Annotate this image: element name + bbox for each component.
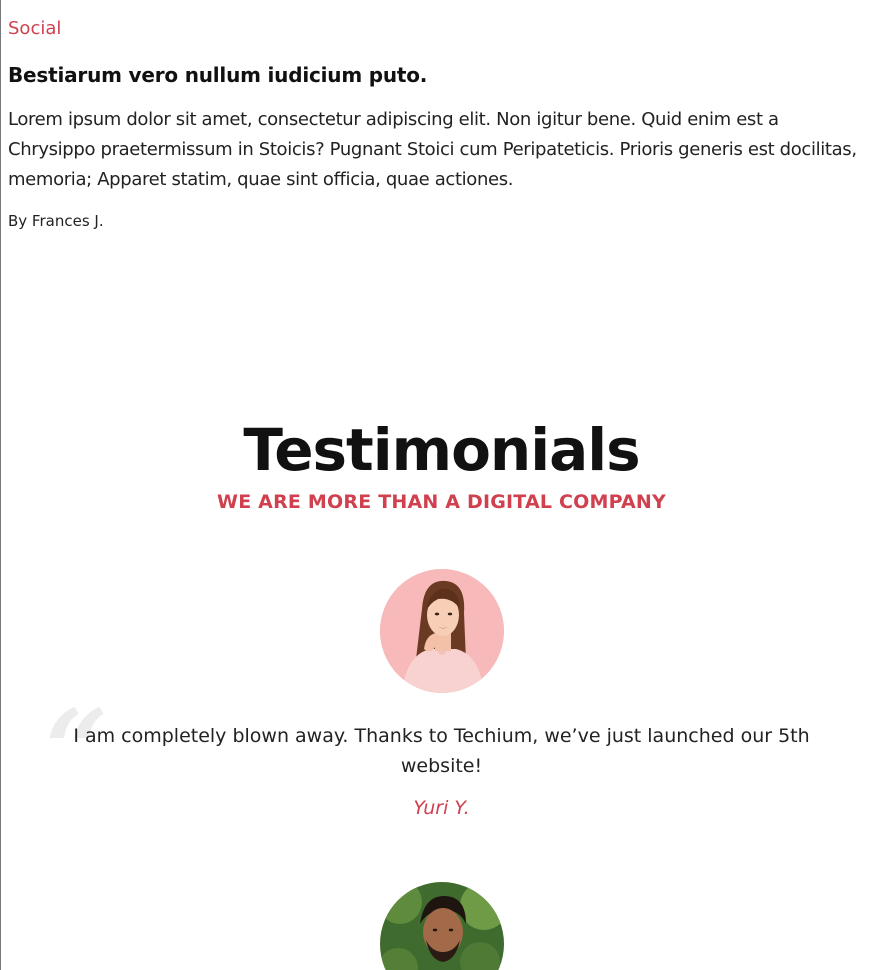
testimonials-title: Testimonials	[243, 416, 640, 484]
testimonial-quote: I am completely blown away. Thanks to Te…	[73, 725, 810, 777]
post-title[interactable]: Bestiarum vero nullum iudicium puto.	[8, 61, 881, 89]
testimonial-avatar	[380, 569, 504, 693]
testimonials-subtitle: WE ARE MORE THAN A DIGITAL COMPANY	[217, 491, 666, 513]
woman-portrait-image	[380, 569, 504, 693]
man-portrait-image	[380, 882, 504, 970]
testimonial-avatar	[380, 882, 504, 970]
testimonials-section: Testimonials WE ARE MORE THAN A DIGITAL …	[1, 410, 881, 514]
blog-post: Social Bestiarum vero nullum iudicium pu…	[1, 0, 881, 231]
testimonial-author: Yuri Y.	[413, 797, 470, 819]
page: Social Bestiarum vero nullum iudicium pu…	[0, 0, 881, 970]
post-excerpt: Lorem ipsum dolor sit amet, consectetur …	[8, 109, 857, 190]
post-category-link[interactable]: Social	[8, 18, 61, 40]
post-author-byline: By Frances J.	[8, 212, 104, 230]
